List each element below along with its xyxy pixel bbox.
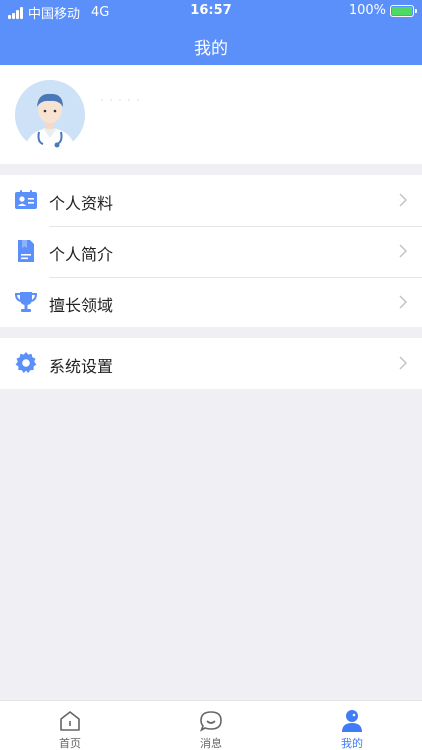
gear-icon xyxy=(15,352,37,373)
tab-home[interactable]: 首页 xyxy=(0,701,140,750)
page-title: 我的 xyxy=(194,39,228,59)
battery-percent: 100% xyxy=(348,3,386,18)
tab-label-mine: 我的 xyxy=(341,737,363,750)
status-bar: 中国移动 4G 16:57 100% xyxy=(0,0,422,22)
menu-group-profile: 个人资料 个人简介 擅长领域 xyxy=(0,175,422,327)
profile-card-icon xyxy=(15,190,37,209)
message-icon xyxy=(199,711,222,732)
doctor-avatar-icon xyxy=(15,80,85,150)
menu-label-settings: 系统设置 xyxy=(49,357,114,376)
menu-item-personal-info[interactable]: 个人资料 xyxy=(0,175,422,226)
menu-group-settings: 系统设置 xyxy=(0,338,422,389)
tab-mine[interactable]: 我的 xyxy=(282,701,422,750)
status-right: 100% xyxy=(348,3,417,18)
avatar[interactable] xyxy=(15,80,85,150)
tab-label-messages: 消息 xyxy=(200,737,222,750)
tab-bar: 首页 消息 我的 xyxy=(0,700,422,750)
chevron-right-icon xyxy=(399,356,408,370)
menu-item-introduction[interactable]: 个人简介 xyxy=(0,226,422,277)
tab-label-home: 首页 xyxy=(59,737,81,750)
menu-label-introduction: 个人简介 xyxy=(49,245,114,264)
user-icon xyxy=(342,710,362,732)
battery-icon xyxy=(390,4,417,17)
profile-card[interactable]: · · · · · xyxy=(0,65,422,164)
tab-messages[interactable]: 消息 xyxy=(141,701,281,750)
header-bar: 中国移动 4G 16:57 100% 我的 xyxy=(0,0,422,65)
chevron-right-icon xyxy=(399,295,408,309)
menu-item-settings[interactable]: 系统设置 xyxy=(0,338,422,389)
menu-item-expertise[interactable]: 擅长领域 xyxy=(0,277,422,328)
chevron-right-icon xyxy=(399,193,408,207)
trophy-icon xyxy=(14,292,38,312)
menu-label-expertise: 擅长领域 xyxy=(49,296,114,315)
chevron-right-icon xyxy=(399,244,408,258)
menu-label-personal-info: 个人资料 xyxy=(49,194,114,213)
home-icon xyxy=(60,711,80,731)
document-icon xyxy=(18,240,34,262)
profile-name: · · · · · xyxy=(100,93,141,109)
